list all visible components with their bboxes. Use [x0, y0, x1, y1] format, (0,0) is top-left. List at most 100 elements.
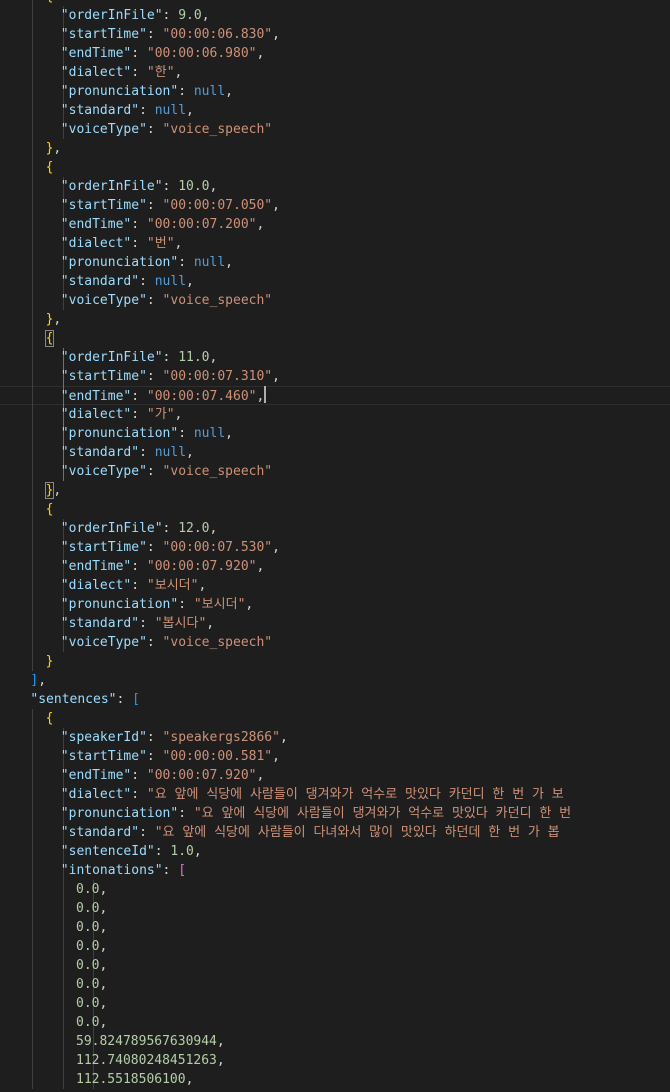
code-line[interactable]: "endTime": "00:00:07.920",: [0, 557, 670, 576]
null-keyword: null: [193, 84, 226, 99]
punctuation: ,: [186, 103, 194, 118]
code-line[interactable]: {: [0, 329, 670, 348]
code-line[interactable]: 112.74080248451263,: [0, 1051, 670, 1070]
code-line[interactable]: "dialect": "번",: [0, 234, 670, 253]
indent-guide: [32, 500, 33, 519]
json-key: "orderInFile": [60, 179, 163, 194]
punctuation: :: [131, 236, 147, 251]
punctuation: :: [162, 8, 179, 23]
code-line[interactable]: "sentenceId": 1.0,: [0, 842, 670, 861]
code-line[interactable]: {: [0, 158, 670, 177]
code-line[interactable]: "dialect": "한",: [0, 63, 670, 82]
code-line[interactable]: "endTime": "00:00:07.920",: [0, 766, 670, 785]
json-key: "startTime": [60, 540, 147, 555]
code-line[interactable]: "voiceType": "voice_speech": [0, 633, 670, 652]
code-line[interactable]: 59.824789567630944,: [0, 1032, 670, 1051]
punctuation: :: [146, 293, 163, 308]
code-line[interactable]: "standard": "요 앞에 식당에 사람들이 다녀와서 많이 맛있다 하…: [0, 823, 670, 842]
indent-guide: [32, 1070, 33, 1089]
punctuation: ,: [201, 8, 210, 23]
code-line[interactable]: }: [0, 652, 670, 671]
line-content: },: [46, 139, 62, 158]
string-value: "보시더": [193, 597, 246, 612]
code-line[interactable]: 0.0,: [0, 975, 670, 994]
code-line[interactable]: "voiceType": "voice_speech": [0, 120, 670, 139]
code-line[interactable]: "orderInFile": 10.0,: [0, 177, 670, 196]
code-line[interactable]: {: [0, 709, 670, 728]
code-line[interactable]: ],: [0, 671, 670, 690]
code-line[interactable]: },: [0, 310, 670, 329]
code-line[interactable]: 0.0,: [0, 880, 670, 899]
string-value: "가": [146, 407, 175, 422]
code-line[interactable]: "orderInFile": 12.0,: [0, 519, 670, 538]
code-line[interactable]: "startTime": "00:00:00.581",: [0, 747, 670, 766]
code-line[interactable]: 0.0,: [0, 956, 670, 975]
indent-guide: [32, 44, 33, 63]
code-line[interactable]: "orderInFile": 11.0,: [0, 348, 670, 367]
code-line[interactable]: "pronunciation": "요 앞에 식당에 사람들이 댕겨와가 억수로…: [0, 804, 670, 823]
code-line[interactable]: "startTime": "00:00:07.530",: [0, 538, 670, 557]
code-line[interactable]: "sentences": [: [0, 690, 670, 709]
code-line[interactable]: "startTime": "00:00:07.310",: [0, 367, 670, 386]
code-line[interactable]: "voiceType": "voice_speech": [0, 291, 670, 310]
code-line[interactable]: "intonations": [: [0, 861, 670, 880]
line-content: 0.0,: [76, 975, 107, 994]
punctuation: ,: [256, 46, 265, 61]
code-line[interactable]: "standard": "봅시다",: [0, 614, 670, 633]
code-line[interactable]: 0.0,: [0, 899, 670, 918]
code-line[interactable]: 112.5518506100,: [0, 1070, 670, 1089]
line-content: {: [46, 500, 54, 519]
code-line[interactable]: 0.0,: [0, 937, 670, 956]
indent-guide: [62, 899, 64, 918]
text-cursor: [264, 386, 267, 403]
code-line[interactable]: "pronunciation": null,: [0, 253, 670, 272]
line-content: "dialect": "보시더",: [61, 576, 206, 595]
punctuation: ,: [38, 673, 47, 688]
string-value: "00:00:07.050": [162, 198, 273, 213]
code-line[interactable]: "standard": null,: [0, 272, 670, 291]
punctuation: ,: [256, 559, 265, 574]
code-line[interactable]: "dialect": "보시더",: [0, 576, 670, 595]
punctuation: ,: [216, 1053, 225, 1068]
punctuation: ,: [99, 958, 108, 973]
code-line[interactable]: 0.0,: [0, 994, 670, 1013]
punctuation: ,: [99, 1015, 108, 1030]
code-line[interactable]: "startTime": "00:00:07.050",: [0, 196, 670, 215]
code-line[interactable]: "standard": null,: [0, 101, 670, 120]
indent-guide: [32, 956, 33, 975]
code-line[interactable]: "startTime": "00:00:06.830",: [0, 25, 670, 44]
code-line[interactable]: "endTime": "00:00:06.980",: [0, 44, 670, 63]
json-key: "sentenceId": [60, 844, 155, 859]
code-line[interactable]: "speakerId": "speakergs2866",: [0, 728, 670, 747]
string-value: "00:00:07.310": [162, 369, 273, 384]
punctuation: ,: [53, 312, 62, 327]
line-content: {: [46, 709, 54, 728]
line-content: "startTime": "00:00:07.310",: [61, 367, 280, 386]
number-value: 59.824789567630944: [76, 1034, 217, 1049]
code-line[interactable]: "standard": null,: [0, 443, 670, 462]
code-line[interactable]: },: [0, 481, 670, 500]
code-line[interactable]: {: [0, 500, 670, 519]
punctuation: ,: [185, 1072, 194, 1087]
code-line[interactable]: "pronunciation": "보시더",: [0, 595, 670, 614]
code-line[interactable]: "voiceType": "voice_speech": [0, 462, 670, 481]
code-line[interactable]: "dialect": "가",: [0, 405, 670, 424]
code-line[interactable]: "dialect": "요 앞에 식당에 사람들이 댕겨와가 억수로 맛있다 카…: [0, 785, 670, 804]
code-line[interactable]: "pronunciation": null,: [0, 82, 670, 101]
code-line[interactable]: },: [0, 139, 670, 158]
code-line[interactable]: 0.0,: [0, 1013, 670, 1032]
code-line[interactable]: "pronunciation": null,: [0, 424, 670, 443]
punctuation: :: [162, 521, 179, 536]
code-editor[interactable]: {"orderInFile": 9.0,"startTime": "00:00:…: [0, 0, 670, 1092]
indent-guide: [32, 880, 33, 899]
line-content: "orderInFile": 12.0,: [61, 519, 218, 538]
indent-guide: [32, 728, 33, 747]
indent-guide: [62, 975, 64, 994]
indent-guide: [32, 538, 33, 557]
code-line[interactable]: "endTime": "00:00:07.460",: [0, 386, 670, 405]
json-key: "orderInFile": [60, 8, 163, 23]
json-key: "voiceType": [60, 293, 147, 308]
code-line[interactable]: "orderInFile": 9.0,: [0, 6, 670, 25]
code-line[interactable]: "endTime": "00:00:07.200",: [0, 215, 670, 234]
code-line[interactable]: 0.0,: [0, 918, 670, 937]
